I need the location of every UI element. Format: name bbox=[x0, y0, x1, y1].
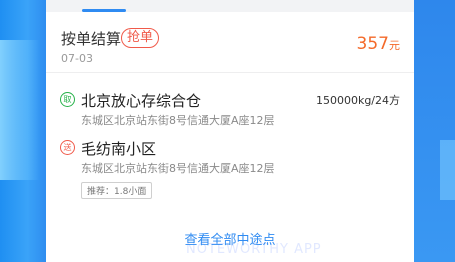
pickup-address: 东城区北京站东街8号信通大厦A座12层 bbox=[81, 114, 275, 127]
price-amount: 357 bbox=[356, 34, 389, 54]
background-right-edge bbox=[414, 0, 455, 262]
pickup-icon: 取 bbox=[60, 92, 75, 107]
order-list-panel: 按单结算 抢单 07-03 357元 取 北京放心存综合仓 150000kg/2… bbox=[46, 0, 414, 262]
order-price: 357元 bbox=[357, 34, 400, 54]
dropoff-name: 毛纺南小区 bbox=[81, 140, 157, 158]
cargo-spec: 150000kg/24方 bbox=[315, 94, 400, 107]
order-header: 按单结算 抢单 07-03 357元 bbox=[46, 12, 414, 73]
background-glow-left bbox=[0, 40, 40, 180]
price-unit: 元 bbox=[389, 39, 400, 52]
pickup-name: 北京放心存综合仓 bbox=[81, 92, 202, 110]
dropoff-icon: 送 bbox=[60, 140, 75, 155]
order-date: 07-03 bbox=[61, 52, 93, 65]
vehicle-recommend-tag: 推荐：1.8小面 bbox=[81, 182, 153, 199]
dropoff-address: 东城区北京站东街8号信通大厦A座12层 bbox=[81, 162, 275, 175]
settle-type-label: 按单结算 bbox=[61, 30, 122, 48]
order-card[interactable]: 按单结算 抢单 07-03 357元 取 北京放心存综合仓 150000kg/2… bbox=[46, 12, 414, 262]
grab-order-badge[interactable]: 抢单 bbox=[121, 28, 160, 48]
view-all-stops-link[interactable]: 查看全部中途点 bbox=[46, 229, 414, 248]
background-glow-right bbox=[440, 140, 455, 200]
